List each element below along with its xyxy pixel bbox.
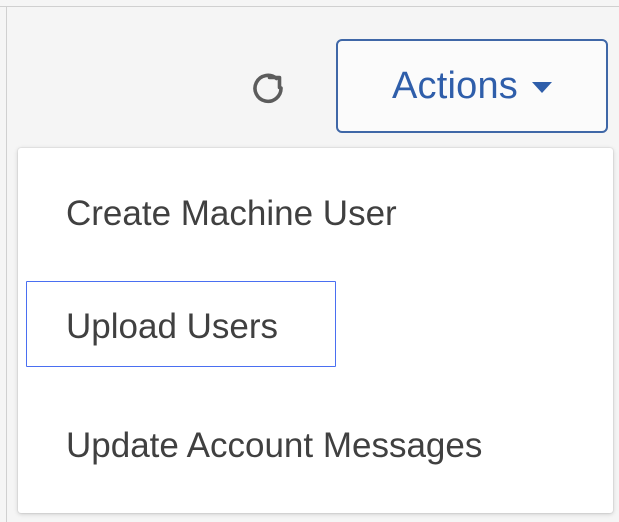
- actions-dropdown-menu: Create Machine User Upload Users Update …: [18, 148, 613, 513]
- caret-down-icon: [532, 82, 552, 93]
- actions-button[interactable]: Actions: [336, 39, 608, 133]
- menu-item-label: Create Machine User: [66, 194, 397, 233]
- menu-item-label: Upload Users: [66, 307, 279, 346]
- menu-item-label: Update Account Messages: [66, 426, 483, 465]
- menu-item-create-machine-user[interactable]: Create Machine User: [18, 196, 613, 240]
- refresh-icon: [253, 73, 283, 104]
- menu-item-update-account-messages[interactable]: Update Account Messages: [18, 428, 613, 472]
- toolbar: Actions: [0, 0, 619, 145]
- actions-button-label: Actions: [391, 64, 518, 107]
- menu-item-upload-users[interactable]: Upload Users: [18, 281, 613, 369]
- refresh-button[interactable]: [246, 66, 290, 110]
